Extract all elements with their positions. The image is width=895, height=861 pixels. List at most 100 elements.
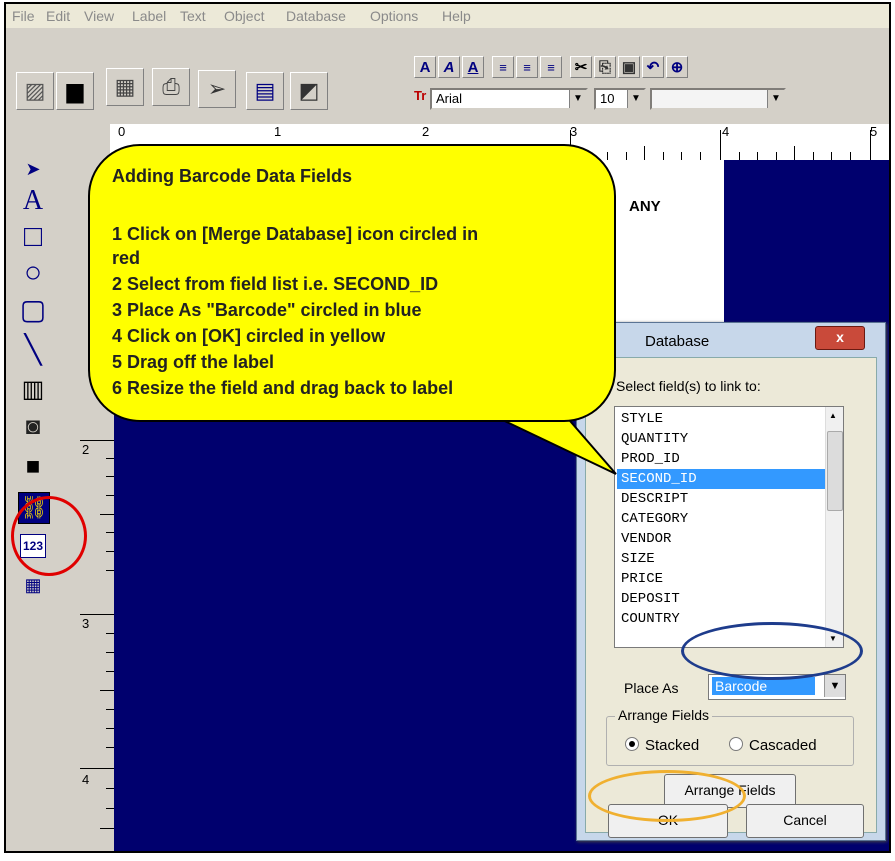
- toolbar: ▨ ▆ ▦ ⎙ ➢ ▤ ◩ A A A ≡ ≡ ≡ ✂ ⎘ ▣ ↶ ⊕ Tr A…: [6, 28, 889, 124]
- callout-title: Adding Barcode Data Fields: [112, 166, 353, 186]
- ruler-tick: [106, 709, 114, 710]
- pointer-tool-icon[interactable]: ➢: [198, 70, 236, 108]
- ruler-number: 5: [870, 124, 878, 139]
- ruler-tick: [106, 633, 114, 634]
- list-item[interactable]: PRICE: [621, 569, 663, 589]
- menu-view[interactable]: View: [84, 8, 114, 24]
- ruler-tick: [106, 808, 114, 809]
- spreadsheet-icon[interactable]: ▦: [106, 68, 144, 106]
- print-icon[interactable]: ⎙: [152, 68, 190, 106]
- ruler-number: 1: [274, 124, 282, 139]
- align-right-icon[interactable]: ≡: [540, 56, 562, 78]
- bold-a-button[interactable]: A: [414, 56, 436, 78]
- style-combo[interactable]: ▼: [650, 88, 786, 110]
- list-item[interactable]: QUANTITY: [621, 429, 688, 449]
- cut-icon[interactable]: ✂: [570, 56, 592, 78]
- list-item-selected[interactable]: SECOND_ID: [617, 469, 827, 489]
- close-button[interactable]: x: [815, 326, 865, 350]
- list-item[interactable]: VENDOR: [621, 529, 671, 549]
- menu-edit[interactable]: Edit: [46, 8, 70, 24]
- font-size-combo[interactable]: 10 ▼: [594, 88, 646, 110]
- zoom-icon[interactable]: ⊕: [666, 56, 688, 78]
- rounded-rectangle-icon[interactable]: ▢: [18, 294, 48, 325]
- ruler-number: 2: [82, 442, 90, 457]
- merge-database-dialog: Database x Select field(s) to link to: S…: [576, 322, 886, 841]
- callout-line-2: red: [112, 248, 141, 268]
- ruler-number: 0: [118, 124, 126, 139]
- radio-stacked[interactable]: Stacked: [625, 737, 699, 754]
- italic-a-button[interactable]: A: [438, 56, 460, 78]
- image-icon[interactable]: ◩: [290, 72, 328, 110]
- barcode-icon[interactable]: ▥: [18, 374, 48, 404]
- font-name-combo[interactable]: Arial ▼: [430, 88, 588, 110]
- list-item[interactable]: STYLE: [621, 409, 663, 429]
- list-item[interactable]: PROD_ID: [621, 449, 680, 469]
- text-tool-icon[interactable]: A: [18, 185, 48, 216]
- paste-icon[interactable]: ▣: [618, 56, 640, 78]
- undo-icon[interactable]: ↶: [642, 56, 664, 78]
- list-item[interactable]: CATEGORY: [621, 509, 688, 529]
- save-icon[interactable]: ▆: [56, 72, 94, 110]
- ruler-tick: [626, 152, 627, 160]
- align-left-icon[interactable]: ≡: [492, 56, 514, 78]
- ruler-tick: [106, 788, 114, 789]
- radio-dot-icon[interactable]: [729, 737, 743, 751]
- design-icon[interactable]: ▨: [16, 72, 54, 110]
- ruler-tick: [607, 152, 608, 160]
- ruler-tick: [700, 152, 701, 160]
- menu-help[interactable]: Help: [442, 8, 471, 24]
- cancel-button[interactable]: Cancel: [746, 804, 864, 838]
- callout-line-6: 5 Drag off the label: [112, 352, 275, 372]
- menu-file[interactable]: File: [12, 8, 35, 24]
- ruler-tick: [100, 690, 114, 691]
- menu-bar: File Edit View Label Text Object Databas…: [6, 4, 889, 28]
- ruler-number: 4: [82, 772, 90, 787]
- list-item[interactable]: COUNTRY: [621, 609, 680, 629]
- label-company-text[interactable]: ANY: [629, 198, 661, 215]
- select-fields-label: Select field(s) to link to:: [616, 378, 761, 394]
- callout-line-1: 1 Click on [Merge Database] icon circled…: [112, 224, 479, 244]
- place-as-label: Place As: [624, 680, 679, 696]
- radio-cascaded[interactable]: Cascaded: [729, 737, 817, 754]
- menu-label[interactable]: Label: [132, 8, 166, 24]
- menu-database[interactable]: Database: [286, 8, 346, 24]
- menu-options[interactable]: Options: [370, 8, 418, 24]
- align-center-icon[interactable]: ≡: [516, 56, 538, 78]
- ellipse-icon[interactable]: ○: [18, 256, 48, 289]
- ruler-tick: [106, 728, 114, 729]
- list-item[interactable]: DESCRIPT: [621, 489, 688, 509]
- chevron-down-icon[interactable]: ▼: [627, 90, 644, 108]
- scroll-thumb[interactable]: [827, 431, 843, 511]
- select-arrow-icon[interactable]: ➤: [18, 154, 48, 184]
- label-layout-icon[interactable]: ▤: [246, 72, 284, 110]
- menu-text[interactable]: Text: [180, 8, 206, 24]
- rectangle-icon[interactable]: □: [18, 220, 48, 253]
- chevron-down-icon[interactable]: ▼: [824, 675, 845, 697]
- dialog-body: Select field(s) to link to: STYLE QUANTI…: [585, 357, 877, 838]
- chevron-down-icon[interactable]: ▼: [569, 90, 586, 108]
- font-size-value: 10: [600, 91, 615, 106]
- ruler-tick: [106, 495, 114, 496]
- list-item[interactable]: SIZE: [621, 549, 655, 569]
- radio-dot-icon[interactable]: [625, 737, 639, 751]
- app-window: File Edit View Label Text Object Databas…: [4, 2, 891, 853]
- menu-object[interactable]: Object: [224, 8, 264, 24]
- list-scrollbar[interactable]: ▲ ▼: [825, 407, 843, 647]
- place-as-highlight: [681, 622, 863, 680]
- copy-icon[interactable]: ⎘: [594, 56, 616, 78]
- chevron-down-icon[interactable]: ▼: [767, 90, 784, 108]
- ruler-tick: [813, 152, 814, 160]
- ruler-number: 2: [422, 124, 430, 139]
- ruler-tick: [106, 551, 114, 552]
- ruler-tick: [100, 514, 114, 515]
- camera-icon[interactable]: ◙: [18, 412, 48, 442]
- field-list[interactable]: STYLE QUANTITY PROD_ID SECOND_ID DESCRIP…: [614, 406, 844, 648]
- scroll-up-icon[interactable]: ▲: [829, 411, 837, 420]
- radio-cascaded-label: Cascaded: [749, 737, 817, 754]
- list-item[interactable]: DEPOSIT: [621, 589, 680, 609]
- line-icon[interactable]: ╲: [18, 334, 48, 365]
- underline-a-button[interactable]: A: [462, 56, 484, 78]
- color-fill-icon[interactable]: ■: [18, 452, 48, 482]
- ruler-tick: [850, 152, 851, 160]
- ruler-tick: [80, 768, 114, 769]
